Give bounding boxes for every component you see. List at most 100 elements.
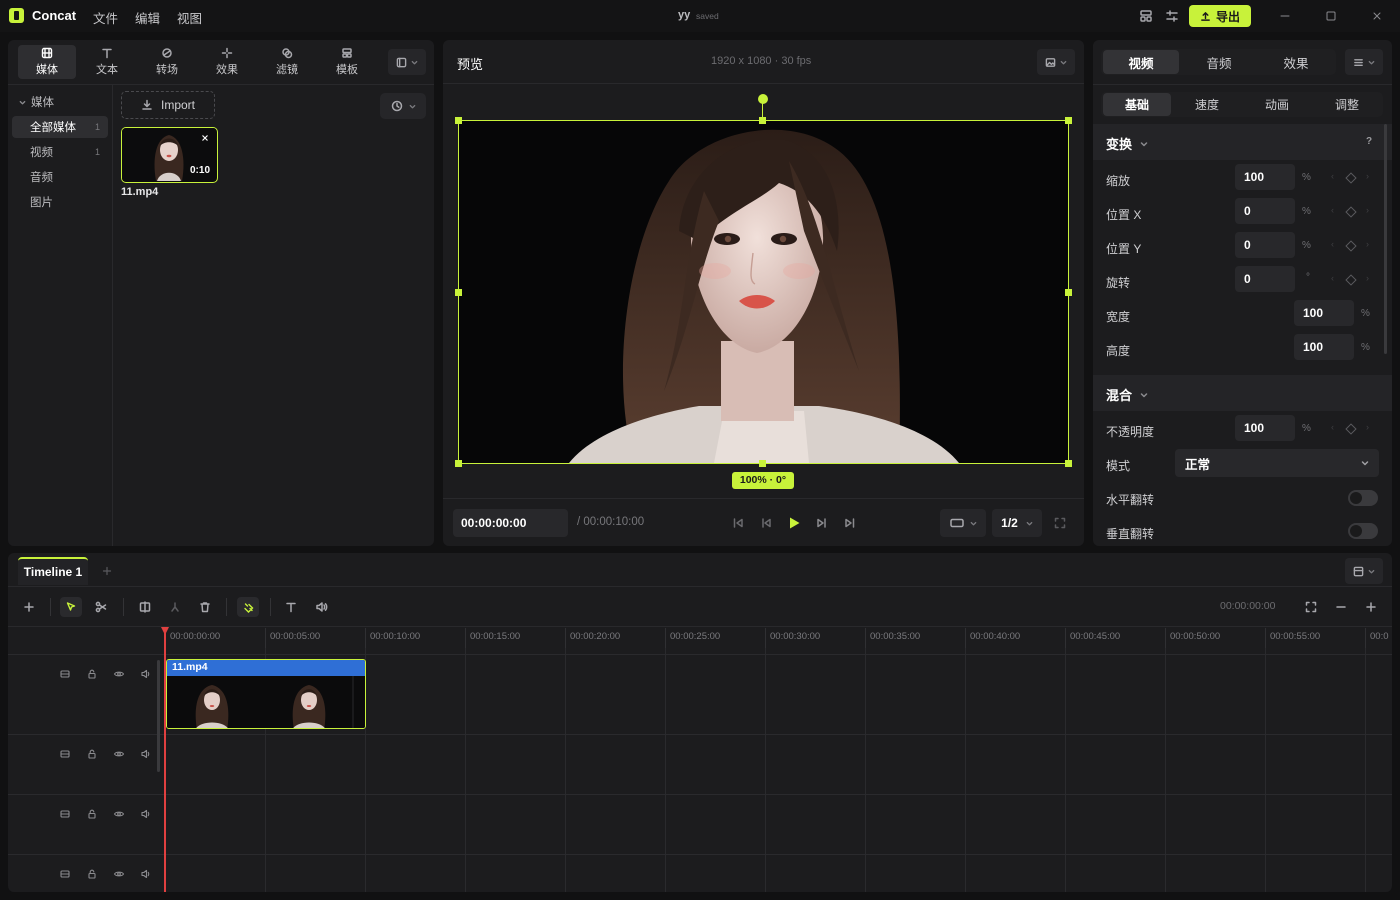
blend-mode-select[interactable]: 正常 <box>1175 449 1379 477</box>
position-y-input[interactable]: 0 <box>1235 232 1295 258</box>
track-lock-toggle-icon[interactable] <box>59 868 73 882</box>
volume-icon[interactable] <box>140 868 154 882</box>
select-tool-icon[interactable] <box>60 597 82 617</box>
resize-handle[interactable] <box>455 117 462 124</box>
eye-icon[interactable] <box>113 868 127 882</box>
next-keyframe-icon[interactable]: › <box>1366 239 1369 249</box>
remove-media-icon[interactable] <box>200 133 210 143</box>
razor-tool-icon[interactable] <box>92 598 112 616</box>
lock-icon[interactable] <box>86 748 100 762</box>
rotation-input[interactable]: 0 <box>1235 266 1295 292</box>
tab-text[interactable]: 文本 <box>78 45 136 79</box>
volume-icon[interactable] <box>140 808 154 822</box>
tab-effects[interactable]: 效果 <box>198 45 256 79</box>
menu-file[interactable]: 文件 <box>93 8 118 27</box>
transform-section-header[interactable]: 变换 <box>1106 134 1148 153</box>
help-icon[interactable]: ? <box>1366 136 1372 147</box>
subtab-adjust[interactable]: 调整 <box>1313 93 1381 116</box>
add-timeline-icon[interactable] <box>102 566 114 578</box>
project-name[interactable]: yy <box>678 9 690 21</box>
settings-sliders-icon[interactable] <box>1161 6 1183 26</box>
media-section-header[interactable]: 媒体 <box>19 94 54 110</box>
track-lock-toggle-icon[interactable] <box>59 668 73 682</box>
split-icon[interactable] <box>136 598 154 616</box>
position-x-input[interactable]: 0 <box>1235 198 1295 224</box>
volume-icon[interactable] <box>140 748 154 762</box>
next-frame-icon[interactable] <box>814 515 830 531</box>
scale-input[interactable]: 100 <box>1235 164 1295 190</box>
next-keyframe-icon[interactable]: › <box>1366 205 1369 215</box>
track-lock-toggle-icon[interactable] <box>59 748 73 762</box>
height-input[interactable]: 100 <box>1294 334 1354 360</box>
snapshot-dropdown[interactable] <box>1037 49 1075 75</box>
tab-transitions[interactable]: 转场 <box>138 45 196 79</box>
eye-icon[interactable] <box>113 748 127 762</box>
resize-handle[interactable] <box>455 460 462 467</box>
play-button[interactable] <box>785 514 803 532</box>
opacity-input[interactable]: 100 <box>1235 415 1295 441</box>
track-header-scrollbar[interactable] <box>157 660 160 772</box>
media-item[interactable]: 0:10 <box>121 127 218 183</box>
subtab-speed[interactable]: 速度 <box>1173 93 1241 116</box>
text-tool-icon[interactable] <box>282 598 300 616</box>
category-video[interactable]: 视频 1 <box>12 141 108 163</box>
delete-icon[interactable] <box>196 598 214 616</box>
resize-handle[interactable] <box>1065 117 1072 124</box>
ripple-icon[interactable] <box>166 598 184 616</box>
playhead[interactable] <box>164 628 166 892</box>
close-icon[interactable] <box>1366 6 1388 26</box>
category-image[interactable]: 图片 <box>12 191 108 213</box>
timeline-tab[interactable]: Timeline 1 <box>18 557 88 585</box>
minimize-icon[interactable] <box>1274 6 1296 26</box>
eye-icon[interactable] <box>113 808 127 822</box>
next-keyframe-icon[interactable]: › <box>1366 171 1369 181</box>
export-button[interactable]: 导出 <box>1189 5 1251 27</box>
vflip-toggle[interactable] <box>1348 523 1378 539</box>
quality-dropdown[interactable]: 1/2 <box>992 509 1042 537</box>
maximize-icon[interactable] <box>1320 6 1342 26</box>
resize-handle[interactable] <box>455 289 462 296</box>
category-all-media[interactable]: 全部媒体 1 <box>12 116 108 138</box>
hflip-toggle[interactable] <box>1348 490 1378 506</box>
resize-handle[interactable] <box>1065 289 1072 296</box>
lock-icon[interactable] <box>86 808 100 822</box>
next-keyframe-icon[interactable]: › <box>1366 273 1369 283</box>
menu-view[interactable]: 视图 <box>177 8 202 27</box>
track-lock-toggle-icon[interactable] <box>59 808 73 822</box>
prev-keyframe-icon[interactable]: ‹ <box>1331 205 1334 215</box>
lock-icon[interactable] <box>86 668 100 682</box>
zoom-in-icon[interactable] <box>1362 598 1380 616</box>
prev-keyframe-icon[interactable]: ‹ <box>1331 422 1334 432</box>
skip-end-icon[interactable] <box>842 515 858 531</box>
eye-icon[interactable] <box>113 668 127 682</box>
zoom-out-icon[interactable] <box>1332 598 1350 616</box>
lock-icon[interactable] <box>86 868 100 882</box>
tab-templates[interactable]: 模板 <box>318 45 376 79</box>
current-time-field[interactable]: 00:00:00:00 <box>453 509 568 537</box>
aspect-ratio-dropdown[interactable] <box>940 509 986 537</box>
prev-keyframe-icon[interactable]: ‹ <box>1331 239 1334 249</box>
fullscreen-icon[interactable] <box>1052 515 1068 531</box>
add-track-icon[interactable] <box>21 599 37 615</box>
timeline-clip[interactable]: 11.mp4 <box>166 659 366 729</box>
tab-effects-props[interactable]: 效果 <box>1258 50 1334 74</box>
resize-handle[interactable] <box>759 117 766 124</box>
prev-frame-icon[interactable] <box>758 515 774 531</box>
tab-media[interactable]: 媒体 <box>18 45 76 79</box>
width-input[interactable]: 100 <box>1294 300 1354 326</box>
transform-frame[interactable] <box>458 120 1069 464</box>
resize-handle[interactable] <box>1065 460 1072 467</box>
prop-options-dropdown[interactable] <box>1345 49 1383 75</box>
fit-timeline-icon[interactable] <box>1302 598 1320 616</box>
rotate-handle[interactable] <box>758 94 768 104</box>
prev-keyframe-icon[interactable]: ‹ <box>1331 273 1334 283</box>
subtab-basic[interactable]: 基础 <box>1103 93 1171 116</box>
volume-icon[interactable] <box>140 668 154 682</box>
skip-start-icon[interactable] <box>730 515 746 531</box>
tab-filters[interactable]: 滤镜 <box>258 45 316 79</box>
next-keyframe-icon[interactable]: › <box>1366 422 1369 432</box>
layout-icon[interactable] <box>1135 6 1157 26</box>
properties-scrollbar[interactable] <box>1384 124 1387 354</box>
view-mode-dropdown[interactable] <box>388 49 426 75</box>
history-dropdown[interactable] <box>380 93 426 119</box>
